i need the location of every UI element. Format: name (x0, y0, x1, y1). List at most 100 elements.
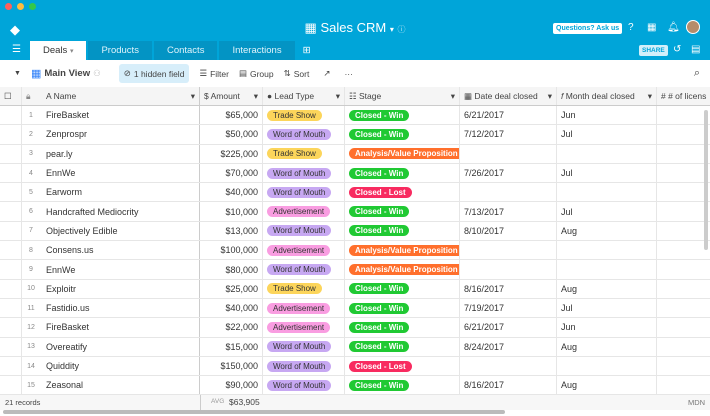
cell-stage[interactable]: Closed - Win (345, 279, 460, 298)
cell-name[interactable]: Earworm (40, 183, 200, 202)
views-toggle-icon[interactable]: ▼ (14, 70, 21, 77)
cell-stage[interactable]: Closed - Win (345, 125, 460, 144)
cell-amount[interactable]: $80,000 (200, 260, 263, 279)
cell-amount[interactable]: $40,000 (200, 298, 263, 318)
row-checkbox[interactable] (0, 144, 22, 163)
cell-name[interactable]: Overeatify (40, 337, 200, 356)
sort-button[interactable]: ⇅ Sort (284, 68, 310, 79)
cell-name[interactable]: Fastidio.us (40, 298, 200, 318)
cell-amount[interactable]: $100,000 (200, 241, 263, 260)
column-header-name[interactable]: A Name ▾ (40, 87, 200, 105)
cell-name[interactable]: FireBasket (40, 318, 200, 337)
cell-amount[interactable]: $10,000 (200, 202, 263, 221)
row-checkbox[interactable] (0, 183, 22, 202)
cell-date[interactable]: 7/26/2017 (460, 163, 557, 183)
cell-name[interactable]: pear.ly (40, 144, 200, 163)
cell-name[interactable]: EnnWe (40, 163, 200, 183)
row-checkbox[interactable] (0, 298, 22, 318)
row-checkbox[interactable] (0, 376, 22, 395)
cell-licenses[interactable] (657, 260, 710, 278)
tab-contacts[interactable]: Contacts (153, 41, 218, 60)
row-checkbox[interactable] (0, 260, 22, 279)
cell-name[interactable]: EnnWe (40, 260, 200, 279)
table-row[interactable]: 15 Zeasonal $90,000 Word of Mouth Closed… (0, 376, 710, 396)
table-row[interactable]: 8 Consens.us $100,000 Advertisement Anal… (0, 241, 710, 261)
cell-amount[interactable]: $70,000 (200, 163, 263, 183)
cell-stage[interactable]: Closed - Win (345, 202, 460, 221)
table-row[interactable]: 4 EnnWe $70,000 Word of Mouth Closed - W… (0, 163, 710, 184)
chevron-down-icon[interactable]: ▾ (548, 91, 552, 102)
row-checkbox[interactable] (0, 221, 22, 241)
cell-amount[interactable]: $25,000 (200, 279, 263, 298)
more-icon[interactable]: ··· (344, 69, 353, 79)
cell-lead-type[interactable]: Word of Mouth (263, 337, 345, 356)
column-header-stage[interactable]: ☷ Stage ▾ (345, 87, 460, 105)
cell-amount[interactable]: $225,000 (200, 144, 263, 163)
cell-licenses[interactable] (657, 376, 710, 394)
cell-month[interactable]: Aug (557, 337, 657, 356)
cell-licenses[interactable] (657, 222, 710, 240)
cell-stage[interactable]: Analysis/Value Proposition (345, 241, 460, 260)
cell-month[interactable] (557, 260, 657, 279)
cell-licenses[interactable] (657, 318, 710, 336)
cell-stage[interactable]: Closed - Win (345, 221, 460, 241)
cell-amount[interactable]: $65,000 (200, 106, 263, 125)
cell-date[interactable]: 6/21/2017 (460, 318, 557, 337)
cell-name[interactable]: Zeasonal (40, 376, 200, 395)
help-icon[interactable]: ? (628, 22, 634, 33)
table-row[interactable]: 12 FireBasket $22,000 Advertisement Clos… (0, 318, 710, 338)
cell-month[interactable]: Aug (557, 279, 657, 298)
avatar[interactable] (686, 20, 700, 34)
add-table-icon[interactable]: ⊞ (297, 41, 317, 60)
menu-icon[interactable]: ☰ (12, 44, 21, 55)
search-icon[interactable]: ⌕ (694, 67, 700, 80)
cell-stage[interactable]: Closed - Win (345, 376, 460, 395)
cell-amount[interactable]: $13,000 (200, 221, 263, 241)
cell-lead-type[interactable]: Advertisement (263, 241, 345, 260)
horizontal-scrollbar[interactable] (3, 410, 505, 414)
cell-stage[interactable]: Closed - Win (345, 318, 460, 337)
cell-licenses[interactable] (657, 357, 710, 375)
minimize-window-button[interactable] (17, 3, 24, 10)
row-checkbox[interactable] (0, 337, 22, 356)
cell-stage[interactable]: Closed - Win (345, 163, 460, 183)
cell-lead-type[interactable]: Word of Mouth (263, 260, 345, 279)
cell-name[interactable]: Zenprospr (40, 125, 200, 144)
table-row[interactable]: 10 Exploitr $25,000 Trade Show Closed - … (0, 279, 710, 299)
cell-licenses[interactable] (657, 125, 710, 143)
history-icon[interactable]: ↺ (673, 44, 681, 55)
cell-month[interactable] (557, 356, 657, 376)
cell-licenses[interactable] (657, 338, 710, 356)
cell-lead-type[interactable]: Word of Mouth (263, 356, 345, 376)
apps-grid-icon[interactable]: ▦ (647, 22, 656, 33)
table-row[interactable]: 6 Handcrafted Mediocrity $10,000 Adverti… (0, 202, 710, 222)
maximize-window-button[interactable] (29, 3, 36, 10)
ask-button[interactable]: Questions? Ask us (553, 23, 623, 34)
vertical-scrollbar[interactable] (704, 110, 708, 250)
row-checkbox[interactable] (0, 318, 22, 337)
cell-lead-type[interactable]: Trade Show (263, 106, 345, 125)
table-row[interactable]: 3 pear.ly $225,000 Trade Show Analysis/V… (0, 144, 710, 164)
cell-licenses[interactable] (657, 106, 710, 124)
cell-licenses[interactable] (657, 164, 710, 182)
cell-month[interactable]: Aug (557, 221, 657, 241)
cell-name[interactable]: FireBasket (40, 106, 200, 125)
row-checkbox[interactable] (0, 356, 22, 376)
table-row[interactable]: 2 Zenprospr $50,000 Word of Mouth Closed… (0, 125, 710, 145)
table-row[interactable]: 1 FireBasket $65,000 Trade Show Closed -… (0, 106, 710, 126)
cell-month[interactable]: Jul (557, 163, 657, 183)
cell-lead-type[interactable]: Advertisement (263, 318, 345, 337)
cell-date[interactable]: 6/21/2017 (460, 106, 557, 125)
cell-amount[interactable]: $15,000 (200, 337, 263, 356)
column-header-licenses[interactable]: # # of licens (657, 87, 710, 105)
cell-lead-type[interactable]: Word of Mouth (263, 125, 345, 144)
summary-type-licenses[interactable]: MDN (688, 398, 705, 407)
chevron-down-icon[interactable]: ▾ (451, 91, 455, 102)
row-checkbox[interactable] (0, 106, 22, 125)
cell-lead-type[interactable]: Advertisement (263, 298, 345, 318)
cell-month[interactable]: Aug (557, 376, 657, 395)
cell-stage[interactable]: Closed - Lost (345, 183, 460, 202)
cell-stage[interactable]: Closed - Win (345, 106, 460, 125)
cell-date[interactable] (460, 144, 557, 163)
cell-month[interactable] (557, 144, 657, 163)
